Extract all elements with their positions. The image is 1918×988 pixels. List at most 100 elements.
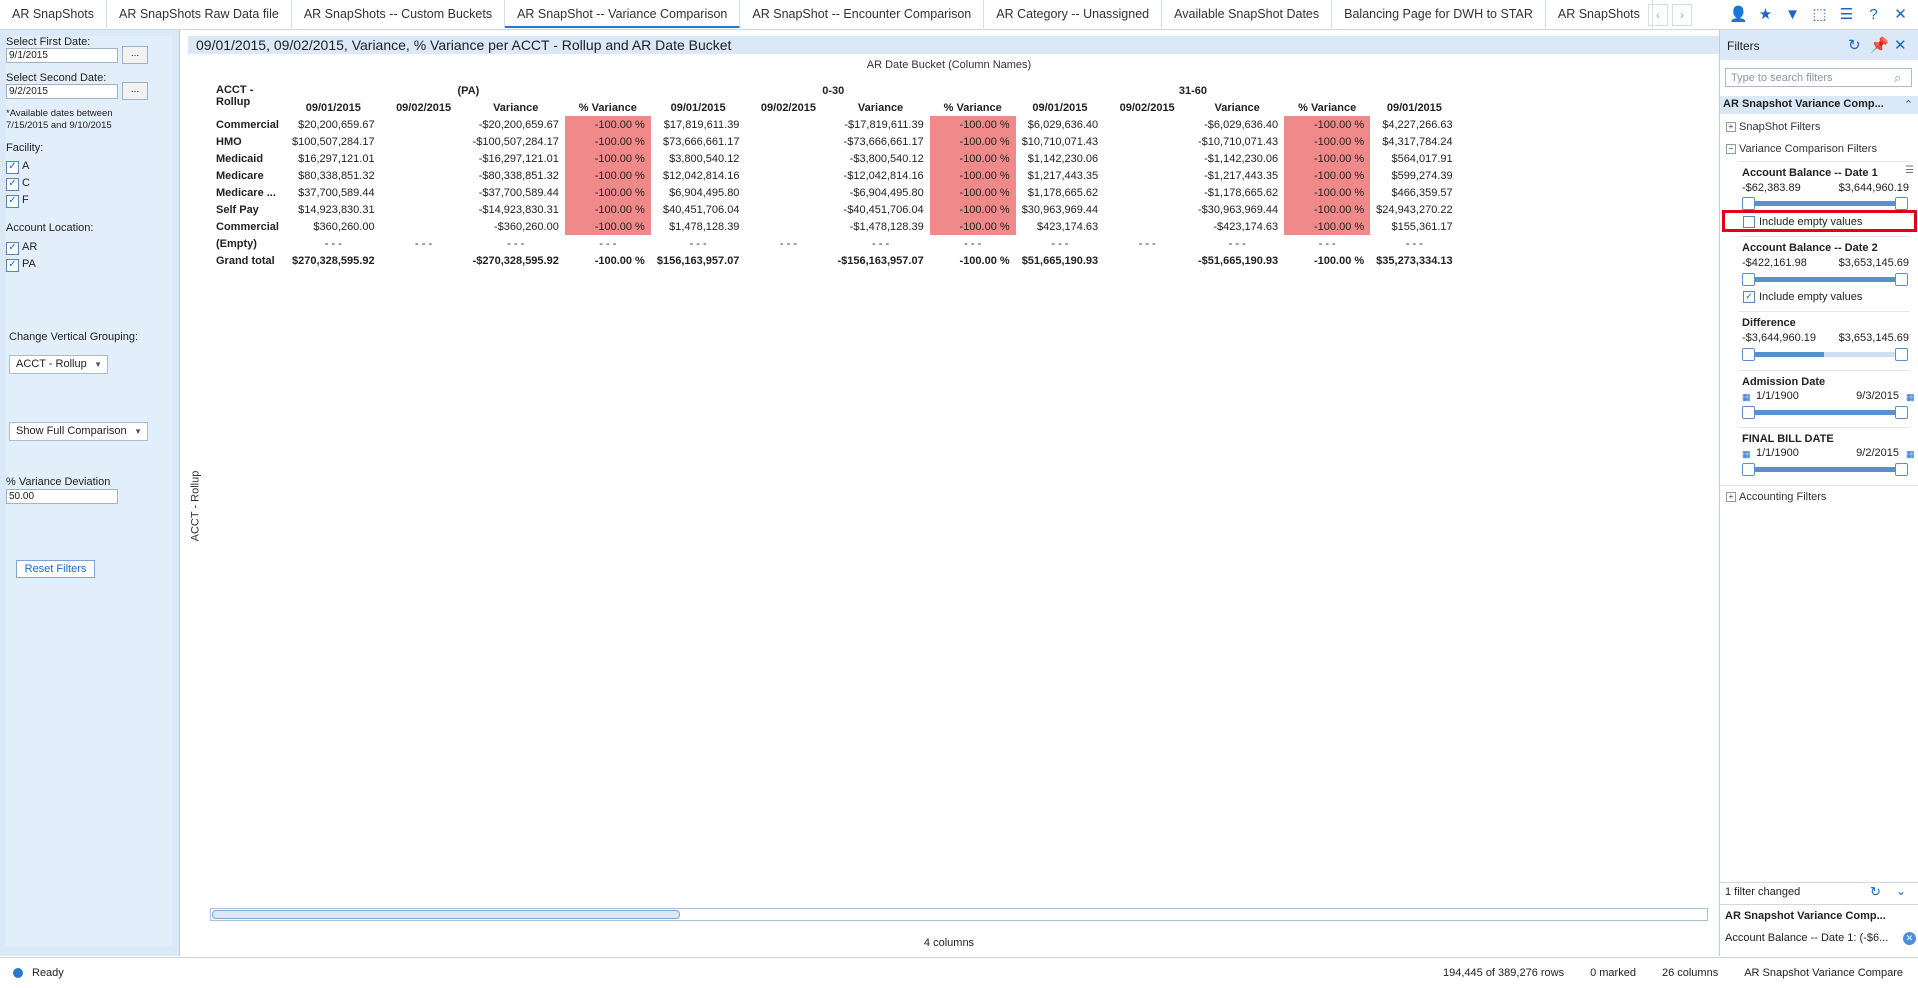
table-cell[interactable]: -$100,507,284.17 — [467, 133, 565, 150]
second-date-picker-button[interactable]: ... — [122, 82, 148, 100]
table-cell[interactable]: -100.00 % — [929, 133, 1016, 150]
table-cell[interactable]: $360,260.00 — [286, 218, 381, 235]
table-cell[interactable]: -100.00 % — [564, 201, 651, 218]
slider-min-handle[interactable] — [1742, 348, 1755, 361]
table-cell[interactable] — [1104, 184, 1190, 201]
table-row[interactable]: Commercial $360,260.00 -$360,260.00 -100.00… — [210, 218, 1459, 235]
user-icon[interactable]: 👤 — [1729, 5, 1748, 24]
admission-date-slider[interactable] — [1742, 406, 1908, 419]
table-cell[interactable] — [1104, 116, 1190, 133]
table-cell[interactable] — [381, 184, 467, 201]
expand-icon[interactable]: + — [1726, 122, 1736, 133]
facility-f-checkbox[interactable]: ✓ — [6, 195, 19, 208]
table-cell[interactable] — [381, 133, 467, 150]
table-cell[interactable]: -$1,217,443.35 — [1190, 167, 1284, 184]
table-cell[interactable] — [1104, 218, 1190, 235]
table-cell[interactable]: -100.00 % — [929, 150, 1016, 167]
table-cell[interactable]: -100.00 % — [929, 116, 1016, 133]
table-cell[interactable]: -$73,666,661.17 — [831, 133, 929, 150]
table-cell[interactable]: - - - — [1284, 235, 1370, 252]
reset-icon[interactable]: ↻ — [1870, 884, 1881, 900]
table-row[interactable]: Medicaid $16,297,121.01 -$16,297,121.01 -10… — [210, 150, 1459, 167]
table-cell[interactable]: -$1,178,665.62 — [1190, 184, 1284, 201]
table-cell[interactable] — [745, 116, 831, 133]
filter-icon[interactable]: ▼ — [1783, 5, 1802, 24]
table-cell[interactable]: -$12,042,814.16 — [831, 167, 929, 184]
first-date-input[interactable]: 9/1/2015 — [6, 48, 118, 63]
table-cell[interactable]: -100.00 % — [564, 150, 651, 167]
table-cell[interactable]: -$17,819,611.39 — [831, 116, 929, 133]
tab-scroll-right-icon[interactable]: › — [1672, 4, 1692, 26]
table-cell[interactable] — [1104, 150, 1190, 167]
table-cell[interactable]: -100.00 % — [1284, 218, 1371, 235]
table-cell[interactable]: $16,297,121.01 — [286, 150, 381, 167]
table-cell[interactable] — [381, 201, 467, 218]
pin-icon[interactable]: 📌 — [1870, 36, 1889, 54]
slider-max-handle[interactable] — [1895, 348, 1908, 361]
table-cell[interactable]: $30,963,969.44 — [1016, 201, 1104, 218]
table-cell[interactable]: $6,029,636.40 — [1016, 116, 1104, 133]
location-ar-checkbox[interactable]: ✓ — [6, 242, 19, 255]
location-pa-checkbox[interactable]: ✓ — [6, 259, 19, 272]
table-cell[interactable] — [745, 150, 831, 167]
table-cell[interactable] — [1104, 252, 1190, 269]
table-cell[interactable]: -100.00 % — [564, 116, 651, 133]
accounting-filters-group[interactable]: + Accounting Filters — [1726, 491, 1826, 503]
table-cell[interactable]: -100.00 % — [1284, 133, 1371, 150]
table-cell[interactable] — [1104, 167, 1190, 184]
table-cell[interactable]: $466,359.57 — [1370, 184, 1458, 201]
table-cell[interactable]: $35,273,334.13 — [1370, 252, 1458, 269]
table-cell[interactable]: $73,666,661.17 — [651, 133, 746, 150]
table-cell[interactable]: - - - — [1370, 235, 1458, 252]
chevron-down-icon[interactable]: ⌄ — [1896, 884, 1906, 898]
table-cell[interactable]: -$10,710,071.43 — [1190, 133, 1284, 150]
slider-max-handle[interactable] — [1895, 197, 1908, 210]
menu-icon[interactable]: ☰ — [1837, 5, 1856, 24]
table-cell[interactable]: -100.00 % — [1284, 150, 1371, 167]
filter-search-input[interactable]: Type to search filters — [1725, 68, 1912, 87]
difference-slider[interactable] — [1742, 348, 1908, 361]
table-cell[interactable]: -100.00 % — [1284, 167, 1371, 184]
table-cell[interactable]: $20,200,659.67 — [286, 116, 381, 133]
table-cell[interactable]: -$360,260.00 — [467, 218, 565, 235]
table-cell[interactable]: -100.00 % — [1284, 184, 1371, 201]
table-cell[interactable] — [745, 167, 831, 184]
table-cell[interactable]: -$37,700,589.44 — [467, 184, 565, 201]
table-cell[interactable]: - - - — [1016, 235, 1104, 252]
table-cell[interactable] — [745, 218, 831, 235]
table-cell[interactable]: -$1,142,230.06 — [1190, 150, 1284, 167]
tab-4[interactable]: AR SnapShot -- Encounter Comparison — [740, 0, 985, 28]
table-cell[interactable]: $3,800,540.12 — [651, 150, 746, 167]
horizontal-scrollbar[interactable] — [210, 908, 1708, 921]
table-cell[interactable]: $24,943,270.22 — [1370, 201, 1458, 218]
table-cell[interactable]: $270,328,595.92 — [286, 252, 381, 269]
tab-2[interactable]: AR SnapShots -- Custom Buckets — [292, 0, 506, 28]
table-cell[interactable]: -100.00 % — [564, 184, 651, 201]
table-cell[interactable]: -100.00 % — [1284, 201, 1371, 218]
table-cell[interactable]: $4,227,266.63 — [1370, 116, 1458, 133]
expand-icon[interactable]: + — [1726, 492, 1736, 503]
table-cell[interactable]: $1,478,128.39 — [651, 218, 746, 235]
table-row[interactable]: HMO $100,507,284.17 -$100,507,284.17 -100.0… — [210, 133, 1459, 150]
table-cell[interactable] — [745, 201, 831, 218]
table-cell[interactable]: -$80,338,851.32 — [467, 167, 565, 184]
table-cell[interactable] — [381, 167, 467, 184]
table-cell[interactable]: - - - — [565, 235, 651, 252]
table-cell[interactable]: $40,451,706.04 — [651, 201, 746, 218]
table-cell[interactable]: $564,017.91 — [1370, 150, 1458, 167]
table-cell[interactable]: - - - — [1104, 235, 1190, 252]
help-icon[interactable]: ? — [1864, 5, 1883, 24]
table-cell[interactable]: $6,904,495.80 — [651, 184, 746, 201]
slider-min-handle[interactable] — [1742, 406, 1755, 419]
table-cell[interactable]: -$30,963,969.44 — [1190, 201, 1284, 218]
table-cell[interactable]: -100.00 % — [930, 252, 1016, 269]
slider-max-handle[interactable] — [1895, 273, 1908, 286]
calendar-icon[interactable]: ▦ — [1742, 449, 1751, 460]
final-bill-date-slider[interactable] — [1742, 463, 1908, 476]
table-cell[interactable]: - - - — [831, 235, 929, 252]
table-cell[interactable]: -$156,163,957.07 — [831, 252, 929, 269]
slider-min-handle[interactable] — [1742, 197, 1755, 210]
slider-max-handle[interactable] — [1895, 406, 1908, 419]
table-cell[interactable]: $10,710,071.43 — [1016, 133, 1104, 150]
table-cell[interactable]: - - - — [1190, 235, 1284, 252]
